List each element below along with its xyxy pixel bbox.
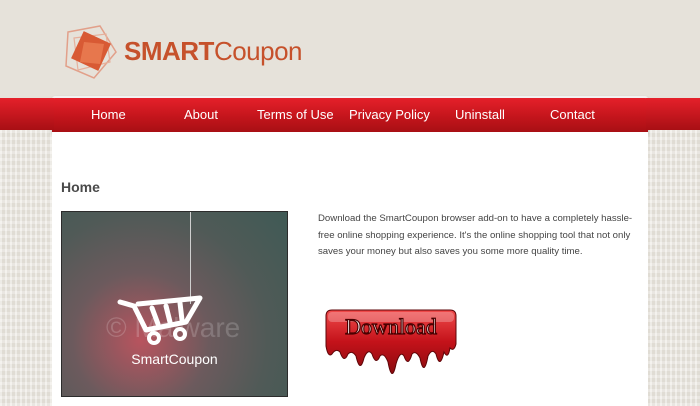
download-label: Download	[345, 314, 437, 339]
watermark: © Malware	[106, 312, 241, 343]
product-image: © Malware SmartCoupon	[61, 211, 288, 397]
nav-bar-left-extension	[0, 98, 54, 130]
nav-terms-of-use[interactable]: Terms of Use	[257, 107, 334, 122]
nav-contact[interactable]: Contact	[550, 107, 595, 122]
nav-home[interactable]: Home	[91, 107, 126, 122]
nav-about[interactable]: About	[184, 107, 218, 122]
download-button[interactable]: Download	[320, 308, 462, 388]
nav-privacy-policy[interactable]: Privacy Policy	[349, 107, 430, 122]
content-area: Home © Malware SmartCoupon Download the …	[52, 132, 648, 406]
nav-uninstall[interactable]: Uninstall	[455, 107, 505, 122]
product-label: SmartCoupon	[131, 351, 218, 367]
smartcoupon-logo-icon	[65, 25, 117, 79]
page-title: Home	[61, 179, 100, 195]
nav-bar-right-extension	[646, 98, 700, 130]
brand-name: SMARTCoupon	[124, 36, 303, 67]
product-description: Download the SmartCoupon browser add-on …	[318, 213, 633, 257]
brand-name-bold: SMART	[124, 36, 214, 66]
brand-logo[interactable]: SMARTCoupon	[60, 22, 303, 82]
brand-name-light: Coupon	[213, 36, 303, 66]
